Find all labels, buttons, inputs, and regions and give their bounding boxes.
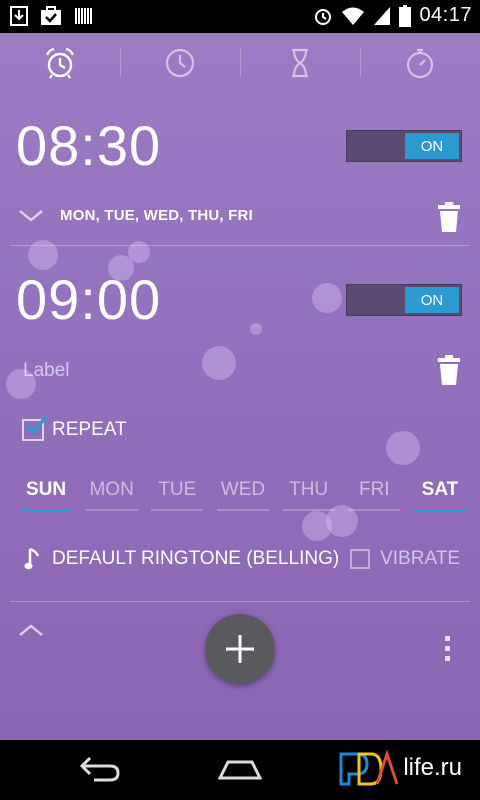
divider xyxy=(10,601,470,602)
toggle-state: ON xyxy=(405,133,459,159)
menu-dot xyxy=(445,636,450,641)
alarm-time[interactable]: 09:00 xyxy=(16,267,161,332)
toggle-state: ON xyxy=(405,287,459,313)
expand-chevron-icon[interactable] xyxy=(18,209,44,223)
alarm-toggle[interactable]: ON xyxy=(346,130,462,162)
battery-icon xyxy=(399,4,412,27)
checkbox[interactable] xyxy=(22,415,48,441)
tab-stopwatch[interactable] xyxy=(360,33,480,93)
status-time: 04:17 xyxy=(419,4,472,26)
alarm-time[interactable]: 08:30 xyxy=(16,113,161,178)
day-selector: SUN MON TUE WED THU FRI SAT xyxy=(20,479,466,511)
wifi-icon xyxy=(342,7,365,25)
back-icon[interactable] xyxy=(78,754,122,784)
tab-alarm[interactable] xyxy=(0,33,120,93)
day-thu[interactable]: THU xyxy=(282,479,335,511)
status-bar: 04:17 xyxy=(0,0,480,33)
ringtone-label: DEFAULT RINGTONE (BELLING) xyxy=(52,548,340,569)
watermark: life.ru xyxy=(337,748,462,788)
day-tue[interactable]: TUE xyxy=(151,479,204,511)
vibrate-label: VIBRATE xyxy=(380,548,460,569)
alarm-days-summary[interactable]: MON, TUE, WED, THU, FRI xyxy=(60,207,253,224)
ringtone-selector[interactable]: DEFAULT RINGTONE (BELLING) xyxy=(24,547,339,571)
menu-dot xyxy=(445,656,450,661)
repeat-label: REPEAT xyxy=(52,419,127,440)
day-fri[interactable]: FRI xyxy=(348,479,401,511)
collapse-chevron-icon[interactable] xyxy=(18,623,44,637)
repeat-checkbox[interactable]: REPEAT xyxy=(22,415,127,441)
overflow-menu-button[interactable] xyxy=(445,636,450,661)
alarm-label-field[interactable]: Label xyxy=(23,360,70,382)
hourglass-icon xyxy=(292,48,308,78)
tab-bar xyxy=(0,33,480,93)
alarm-status-icon xyxy=(315,8,332,25)
trash-icon[interactable] xyxy=(436,354,462,386)
home-icon[interactable] xyxy=(214,754,266,784)
download-icon xyxy=(10,6,28,26)
watermark-logo xyxy=(339,749,399,786)
clock-icon xyxy=(165,48,195,78)
briefcase-check-icon xyxy=(41,6,61,25)
stopwatch-icon xyxy=(406,48,434,79)
barcode-icon xyxy=(75,8,92,24)
menu-dot xyxy=(445,646,450,651)
signal-icon xyxy=(374,6,391,25)
checkbox[interactable] xyxy=(350,549,371,569)
day-mon[interactable]: MON xyxy=(85,479,138,511)
watermark-text: life.ru xyxy=(403,754,462,781)
vibrate-checkbox[interactable]: VIBRATE xyxy=(350,548,460,570)
alarm-app: 08:30 ON MON, TUE, WED, THU, FRI 09:00 O… xyxy=(0,33,480,740)
day-wed[interactable]: WED xyxy=(216,479,269,511)
checkmark-icon xyxy=(25,415,48,435)
day-sat[interactable]: SAT xyxy=(413,479,466,511)
trash-icon[interactable] xyxy=(436,201,462,233)
plus-icon xyxy=(226,635,254,663)
tab-timer[interactable] xyxy=(240,33,360,93)
alarm-toggle[interactable]: ON xyxy=(346,284,462,316)
alarm-clock-icon xyxy=(45,47,75,79)
divider xyxy=(10,245,470,246)
music-note-icon xyxy=(24,547,40,570)
day-sun[interactable]: SUN xyxy=(20,479,72,511)
tab-clock[interactable] xyxy=(120,33,240,93)
add-alarm-button[interactable] xyxy=(205,614,275,684)
navigation-bar: life.ru xyxy=(0,740,480,800)
